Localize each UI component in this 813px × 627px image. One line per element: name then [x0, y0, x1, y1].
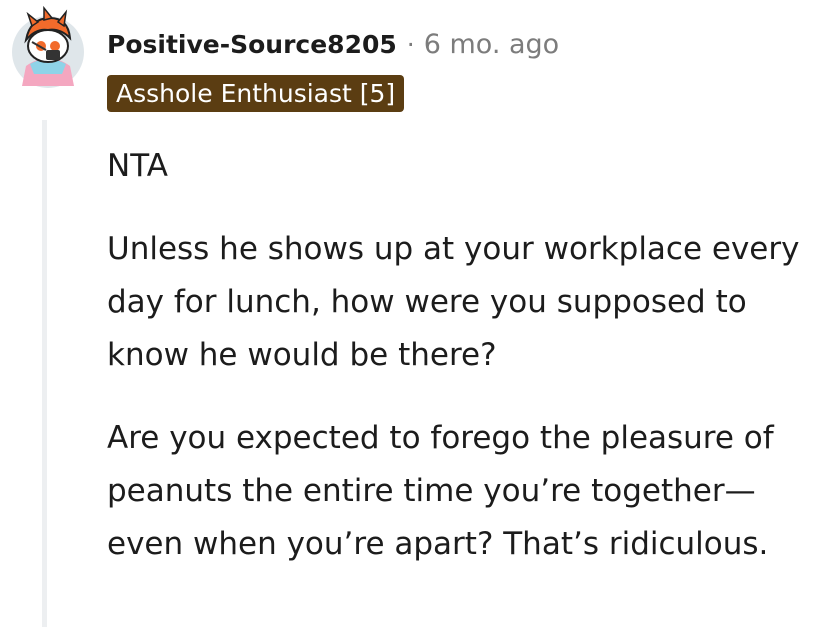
comment-meta: Positive-Source8205 · 6 mo. ago	[107, 24, 559, 64]
user-flair: Asshole Enthusiast [5]	[107, 75, 405, 112]
user-avatar-icon[interactable]	[10, 5, 86, 92]
meta-separator: ·	[406, 29, 415, 59]
comment-paragraph: Unless he shows up at your workplace eve…	[107, 231, 800, 373]
snoo-avatar-icon	[12, 5, 84, 88]
username-link[interactable]: Positive-Source8205	[107, 30, 397, 59]
comment-paragraph: Are you expected to forego the pleasure …	[107, 420, 774, 562]
thread-collapse-line[interactable]	[42, 120, 47, 627]
comment-paragraph: NTA	[107, 148, 168, 184]
timestamp-link[interactable]: 6 mo. ago	[424, 29, 559, 60]
comment-body: NTA Unless he shows up at your workplace…	[107, 140, 807, 601]
comment: Positive-Source8205 · 6 mo. ago Asshole …	[0, 0, 813, 627]
